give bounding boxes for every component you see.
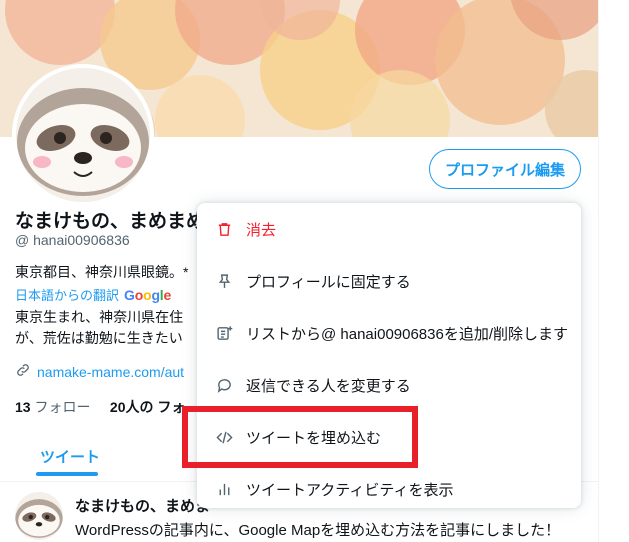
pin-icon: [215, 272, 233, 290]
translated-bio-line-1: 東京生まれ、神奈川県在住: [15, 309, 184, 325]
speech-bubble-icon: [215, 376, 233, 394]
menu-item-delete[interactable]: 消去: [197, 203, 581, 255]
right-column: [598, 0, 629, 542]
following-count: 13: [15, 399, 31, 415]
menu-item-pin[interactable]: プロフィールに固定する: [197, 255, 581, 307]
profile-website[interactable]: namake-mame.com/aut: [15, 362, 184, 381]
translation-link[interactable]: 日本語からの翻訳 Google: [15, 285, 171, 304]
menu-item-analytics[interactable]: ツイートアクティビティを表示: [197, 463, 581, 508]
edit-profile-button[interactable]: プロファイル編集: [429, 149, 581, 189]
tab-tweets[interactable]: ツイート: [40, 446, 100, 467]
highlight-box: [182, 406, 418, 468]
menu-item-label: プロフィールに固定する: [246, 273, 411, 291]
translation-label: 日本語からの翻訳: [15, 288, 120, 303]
menu-item-label: ツイートアクティビティを表示: [246, 481, 454, 499]
following-link[interactable]: 13 フォロー: [15, 399, 90, 415]
website-link[interactable]: namake-mame.com/aut: [37, 364, 184, 380]
followers-link[interactable]: 20人の フォ: [110, 399, 185, 415]
bar-chart-icon: [215, 480, 233, 498]
list-add-icon: [215, 324, 233, 342]
tweet-text: WordPressの記事内に、Google Mapを埋め込む方法を記事にしました…: [75, 522, 561, 539]
menu-item-reply-settings[interactable]: 返信できる人を変更する: [197, 359, 581, 411]
menu-item-label: リストから@ hanai00906836を追加/削除します: [246, 325, 569, 343]
sloth-avatar-image: [16, 68, 150, 202]
profile-handle: @ hanai00906836: [15, 232, 130, 248]
profile-name: なまけもの、まめまめ: [15, 211, 206, 232]
translated-bio-line-2: が、荒佐は勤勉に生きたい: [15, 330, 183, 346]
menu-item-list[interactable]: リストから@ hanai00906836を追加/削除します: [197, 307, 581, 359]
menu-item-label: 消去: [246, 221, 277, 239]
menu-item-label: 返信できる人を変更する: [246, 377, 411, 395]
tweet-avatar[interactable]: [15, 492, 63, 540]
tweet-author[interactable]: なまけもの、まめま: [75, 495, 210, 516]
follow-stats: 13 フォロー 20人の フォ: [15, 397, 185, 417]
profile-bio: 東京都目、神奈川県眼鏡。*: [15, 264, 189, 280]
link-icon: [15, 362, 31, 381]
google-logo: Google: [124, 286, 172, 303]
profile-avatar[interactable]: [12, 64, 154, 206]
following-label: フォロー: [34, 399, 91, 415]
trash-icon: [215, 220, 233, 238]
active-tab-indicator: [36, 472, 98, 476]
